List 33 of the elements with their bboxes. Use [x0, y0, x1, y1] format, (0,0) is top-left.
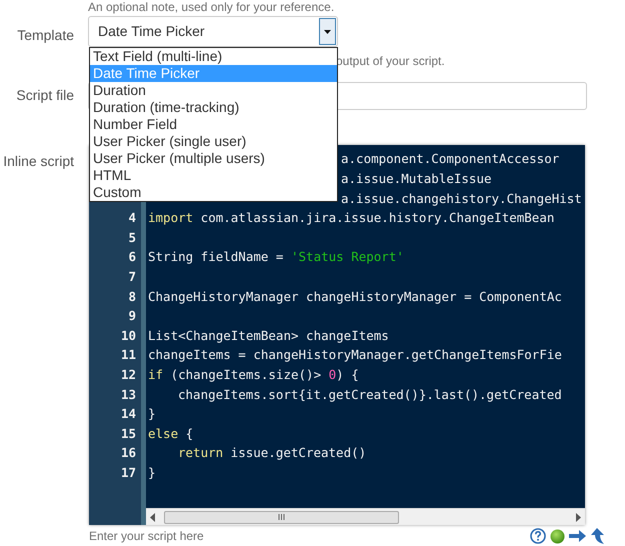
code-line: a.issue.MutableIssue [341, 170, 492, 188]
field-description: An optional note, used only for your reference. [88, 0, 336, 14]
code-line: else { [148, 424, 194, 443]
code-line: a.component.ComponentAccessor [341, 150, 560, 168]
line-number: 13 [120, 386, 136, 404]
line-number: 10 [120, 326, 136, 345]
line-number: 9 [127, 307, 136, 326]
line-number: 5 [127, 228, 136, 247]
line-number: 6 [127, 248, 136, 266]
field-label: Template [17, 27, 74, 43]
line-number: 12 [120, 366, 136, 384]
line-number: 15 [120, 424, 136, 443]
code-line: return issue.getCreated() [178, 444, 366, 462]
code-line: if (changeItems.size()> 0) { [148, 366, 359, 384]
code-line: import com.atlassian.jira.issue.history.ChangeItemBean [148, 209, 554, 228]
editor-hint: Enter your script here [89, 528, 204, 545]
code-line: List<ChangeItemBean> changeItems [148, 326, 389, 345]
line-number: 8 [127, 288, 136, 306]
field-label: Script file [16, 87, 74, 103]
code-line: changeItems = changeHistoryManager.getChangeItemsForFie [148, 346, 562, 364]
code-line: } [148, 405, 156, 424]
code-line: ChangeHistoryManager changeHistoryManager = ComponentAc [148, 288, 562, 306]
line-number: 16 [120, 444, 136, 462]
line-number: 14 [120, 405, 136, 424]
code-line: a.issue.changehistory.ChangeHist [341, 190, 582, 208]
line-number: 11 [120, 346, 136, 364]
line-number: 4 [127, 209, 136, 228]
line-number: 7 [127, 268, 136, 286]
field-label: Inline script [3, 153, 74, 169]
line-number: 17 [120, 464, 136, 482]
code-line: String fieldName = 'Status Report' [148, 248, 404, 266]
code-line: changeItems.sort{it.getCreated()}.last().getCreated [178, 386, 562, 404]
code-line: } [148, 464, 156, 482]
